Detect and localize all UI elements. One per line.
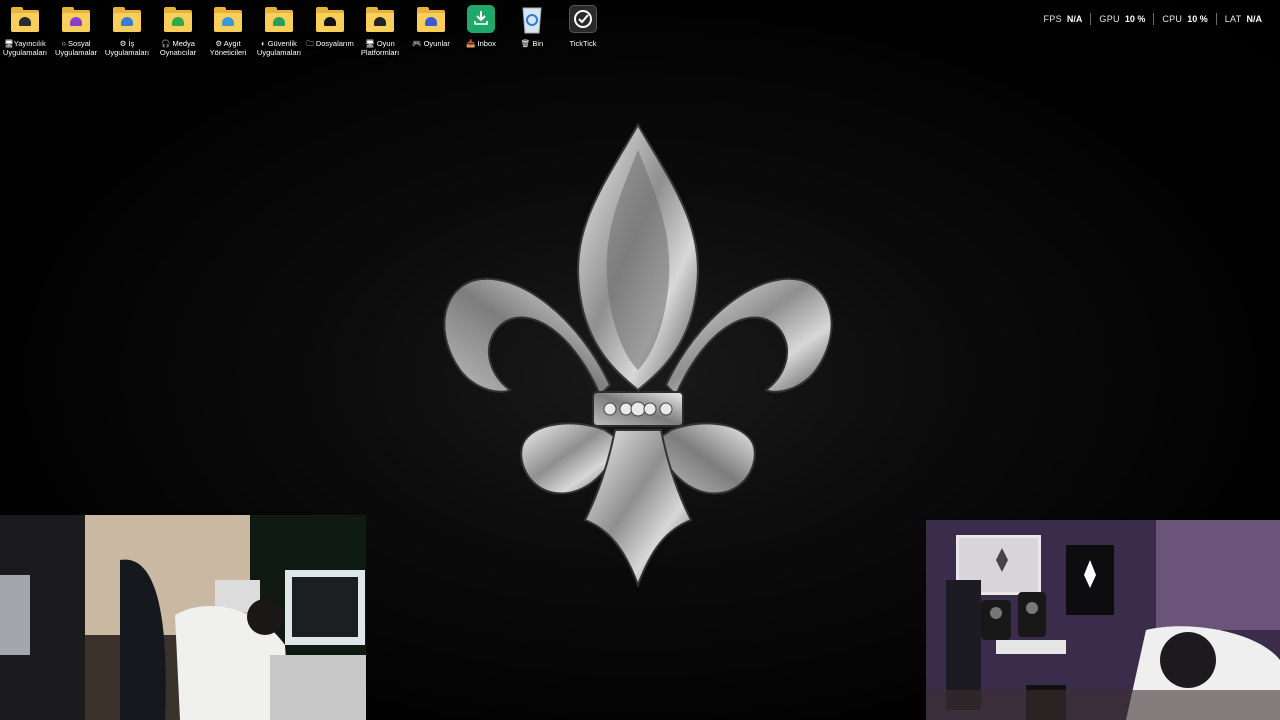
inbox-download-icon — [465, 4, 497, 34]
folder-is-uygulamalari[interactable]: ⚙ İş Uygulamaları — [101, 4, 153, 57]
webcam-feed-right — [926, 520, 1280, 720]
desktop-icon-label: 🎮 Oyunlar — [412, 39, 450, 48]
folder-oyun-platformlari[interactable]: 🖥 Oyun Platformları — [354, 4, 406, 57]
folder-medya-oynaticilar[interactable]: 🎧 Medya Oynatıcılar — [152, 4, 204, 57]
desktop-icon-label: 🖥Yayıncılık Uygulamaları — [2, 39, 48, 57]
desktop-icon-label: ○ Sosyal Uygulamalar — [54, 39, 98, 57]
stat-key: GPU — [1099, 14, 1120, 24]
app-inbox[interactable]: 📥 Inbox — [455, 4, 507, 48]
gpu-stat: GPU 10 % — [1091, 14, 1153, 24]
desktop-background: 🖥Yayıncılık Uygulamaları ○ Sosyal Uygula… — [0, 0, 1280, 720]
folder-icon — [212, 4, 244, 34]
app-ticktick[interactable]: TickTick — [557, 4, 609, 48]
webcam-overlay-left — [0, 515, 366, 720]
recycle-bin-icon — [516, 4, 548, 34]
webcam-overlay-right — [926, 520, 1280, 720]
desktop-icon-label: 🎧 Medya Oynatıcılar — [159, 39, 197, 57]
folder-icon — [60, 4, 92, 34]
webcam-feed-left — [0, 515, 366, 720]
folder-icon — [415, 4, 447, 34]
desktop-icon-label: ⚙ Aygıt Yöneticileri — [209, 39, 247, 57]
stat-key: FPS — [1043, 14, 1062, 24]
folder-yayincilik-uygulamalari[interactable]: 🖥Yayıncılık Uygulamaları — [0, 4, 51, 57]
desktop-icon-label: ⚙ İş Uygulamaları — [104, 39, 150, 57]
folder-aygit-yoneticileri[interactable]: ⚙ Aygıt Yöneticileri — [202, 4, 254, 57]
folder-dosyalarim[interactable]: 🗀 Dosyalarım — [304, 4, 356, 48]
stat-value: 10 % — [1187, 14, 1208, 24]
folder-icon — [162, 4, 194, 34]
performance-overlay: FPS N/A GPU 10 % CPU 10 % LAT N/A — [1036, 12, 1271, 26]
folder-icon — [9, 4, 41, 34]
stat-key: LAT — [1224, 14, 1242, 24]
fps-stat: FPS N/A — [1036, 14, 1091, 24]
recycle-bin[interactable]: 🗑 Bin — [506, 4, 558, 48]
lat-stat: LAT N/A — [1217, 14, 1270, 24]
desktop-icon-label: 🗑 Bin — [520, 39, 544, 48]
folder-oyunlar[interactable]: 🎮 Oyunlar — [405, 4, 457, 48]
desktop-icon-label: 📥 Inbox — [466, 39, 496, 48]
ticktick-icon — [567, 4, 599, 34]
folder-guvenlik-uygulamalari[interactable]: ◐ Güvenlik Uygulamaları — [253, 4, 305, 57]
folder-icon — [111, 4, 143, 34]
cpu-stat: CPU 10 % — [1154, 14, 1215, 24]
folder-sosyal-uygulamalar[interactable]: ○ Sosyal Uygulamalar — [50, 4, 102, 57]
stat-key: CPU — [1162, 14, 1183, 24]
desktop-icon-label: ◐ Güvenlik Uygulamaları — [256, 39, 302, 57]
folder-icon — [314, 4, 346, 34]
desktop-icon-label: 🖥 Oyun Platformları — [360, 39, 400, 57]
folder-icon — [364, 4, 396, 34]
desktop-icon-label: 🗀 Dosyalarım — [306, 39, 354, 48]
stat-value: N/A — [1246, 14, 1263, 24]
stat-value: N/A — [1066, 14, 1083, 24]
fleur-de-lis-wallpaper — [443, 123, 833, 588]
folder-icon — [263, 4, 295, 34]
desktop-icon-label: TickTick — [569, 39, 597, 48]
stat-value: 10 % — [1124, 14, 1146, 24]
